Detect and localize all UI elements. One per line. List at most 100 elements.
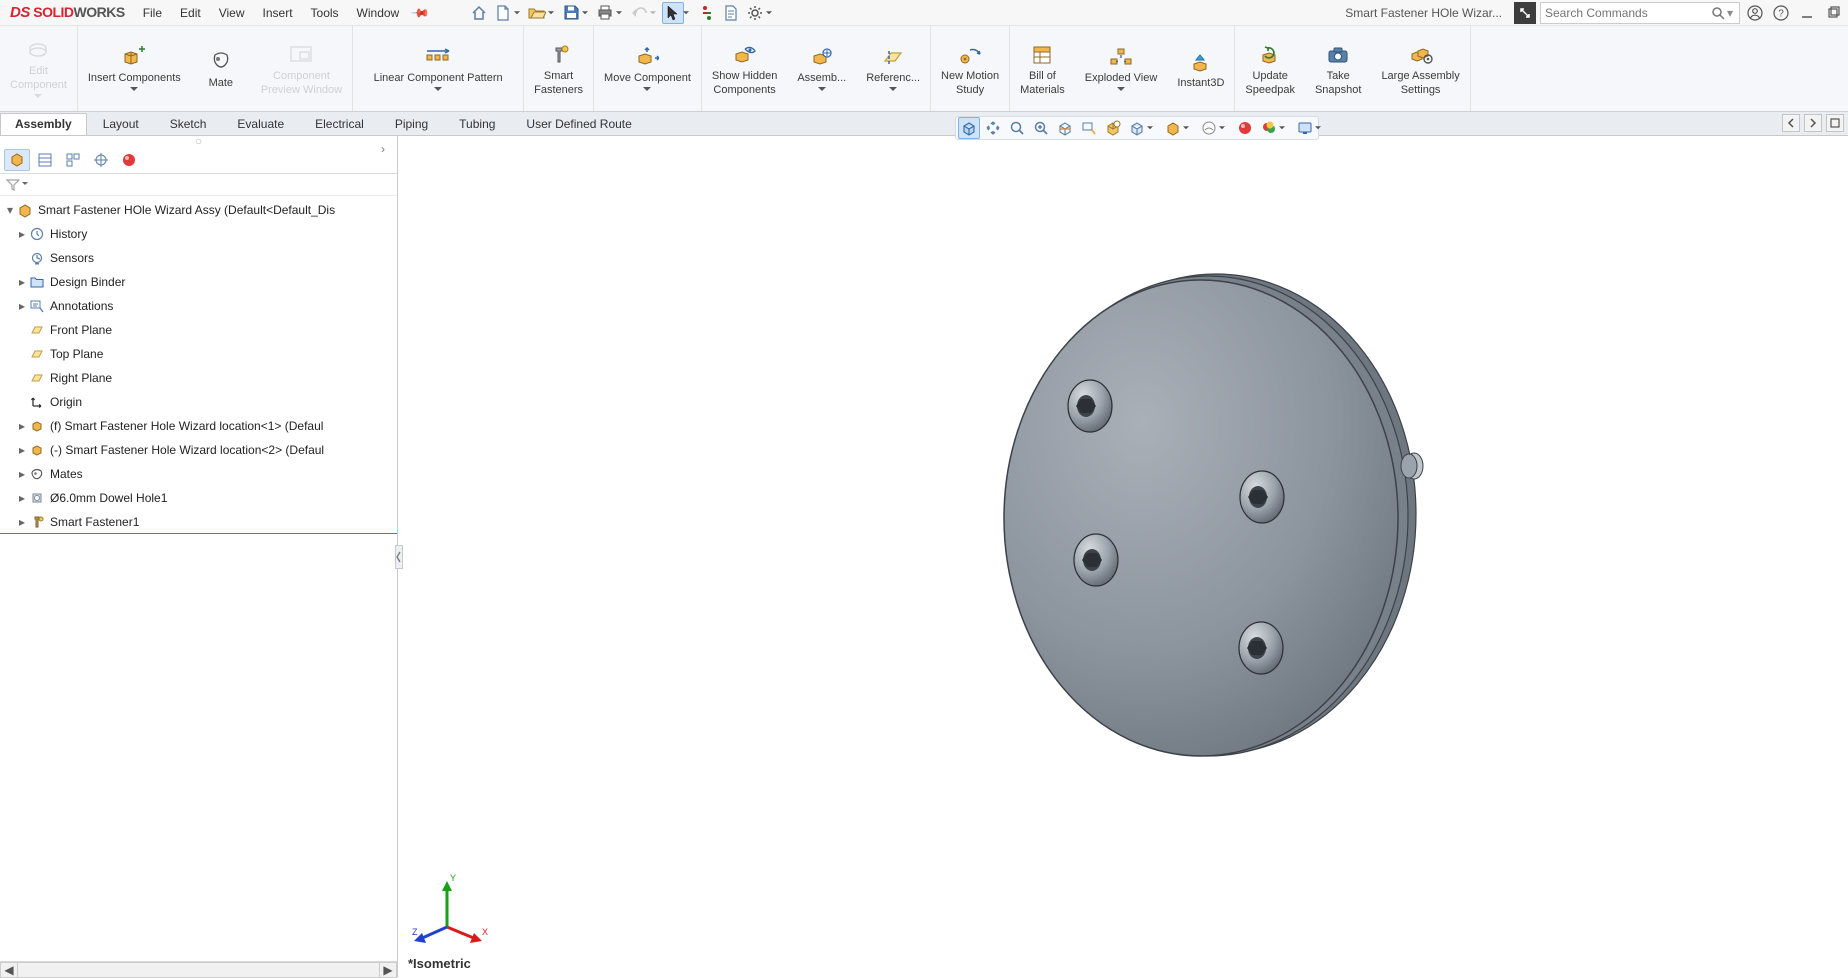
panel-tab-feature-tree[interactable] [4, 149, 30, 171]
new-document-icon[interactable] [492, 2, 514, 24]
save-icon[interactable] [560, 2, 582, 24]
menu-insert[interactable]: Insert [255, 4, 301, 22]
panel-collapse-icon[interactable]: › [375, 141, 391, 157]
tree-origin[interactable]: Origin [0, 390, 397, 414]
menu-window[interactable]: Window [349, 4, 408, 22]
large-assembly-settings-button[interactable]: Large Assembly Settings [1371, 26, 1469, 111]
window-minimize-icon[interactable] [1796, 2, 1818, 24]
section-view-icon[interactable] [1054, 117, 1076, 139]
tab-user-defined-route[interactable]: User Defined Route [511, 113, 646, 135]
tree-smart-fastener[interactable]: ▸ Smart Fastener1 [0, 510, 397, 534]
hide-show-items-icon[interactable] [1126, 117, 1148, 139]
mate-button[interactable]: Mate [191, 26, 251, 111]
exploded-view-button[interactable]: Exploded View [1075, 26, 1168, 111]
show-hidden-components-button[interactable]: Show Hidden Components [702, 26, 787, 111]
open-icon[interactable] [526, 2, 548, 24]
zoom-to-area-icon[interactable] [1006, 117, 1028, 139]
tree-mates[interactable]: ▸ Mates [0, 462, 397, 486]
expand-icon[interactable]: ▸ [16, 228, 28, 240]
tree-component-fixed[interactable]: ▸ (f) Smart Fastener Hole Wizard locatio… [0, 414, 397, 438]
new-motion-study-button[interactable]: New Motion Study [931, 26, 1009, 111]
apply-scene-icon[interactable] [1258, 117, 1280, 139]
tree-design-binder[interactable]: ▸ Design Binder [0, 270, 397, 294]
view-settings-icon[interactable] [1294, 117, 1316, 139]
smart-fasteners-button[interactable]: Smart Fasteners [524, 26, 593, 111]
tree-front-plane[interactable]: Front Plane [0, 318, 397, 342]
select-cursor-icon[interactable] [662, 2, 684, 24]
search-launch-icon[interactable] [1514, 2, 1536, 24]
tab-evaluate[interactable]: Evaluate [222, 113, 299, 135]
splitter-handle-icon[interactable] [395, 545, 403, 569]
scroll-left-icon[interactable]: ◀ [0, 962, 18, 978]
rebuild-icon[interactable] [696, 2, 718, 24]
insert-components-button[interactable]: Insert Components [78, 26, 191, 111]
update-speedpak-button[interactable]: Update Speedpak [1235, 26, 1305, 111]
tab-electrical[interactable]: Electrical [300, 113, 379, 135]
dynamic-annotation-icon[interactable] [1078, 117, 1100, 139]
zoom-to-fit-icon[interactable] [982, 117, 1004, 139]
tab-tubing[interactable]: Tubing [444, 113, 510, 135]
window-restore-icon[interactable] [1822, 2, 1844, 24]
tab-sketch[interactable]: Sketch [155, 113, 222, 135]
next-doc-button[interactable] [1804, 114, 1822, 132]
linear-component-pattern-button[interactable]: Linear Component Pattern [353, 26, 523, 111]
expand-icon[interactable]: ▸ [16, 468, 28, 480]
take-snapshot-button[interactable]: Take Snapshot [1305, 26, 1371, 111]
previous-view-icon[interactable] [1030, 117, 1052, 139]
feature-tree[interactable]: ▾ Smart Fastener HOle Wizard Assy (Defau… [0, 196, 397, 961]
panel-tab-property-manager[interactable] [32, 149, 58, 171]
expand-icon[interactable]: ▸ [16, 420, 28, 432]
tree-annotations[interactable]: ▸ Annotations [0, 294, 397, 318]
panel-tab-configuration-manager[interactable] [60, 149, 86, 171]
tree-component-float[interactable]: ▸ (-) Smart Fastener Hole Wizard locatio… [0, 438, 397, 462]
expand-icon[interactable]: ▸ [16, 300, 28, 312]
wireframe-shaded-icon[interactable] [1162, 117, 1184, 139]
expand-icon[interactable]: ▸ [16, 492, 28, 504]
tree-hole-series[interactable]: ▸ Ø6.0mm Dowel Hole1 [0, 486, 397, 510]
help-icon[interactable]: ? [1770, 2, 1792, 24]
tree-filter[interactable] [0, 174, 397, 196]
expand-icon[interactable]: ▸ [16, 276, 28, 288]
search-commands[interactable]: ▾ [1540, 2, 1740, 24]
tab-piping[interactable]: Piping [380, 113, 443, 135]
panel-tab-dimxpert[interactable] [88, 149, 114, 171]
graphics-viewport[interactable]: Y X Z *Isometric [404, 136, 1848, 977]
expand-icon[interactable]: ▸ [16, 444, 28, 456]
menu-tools[interactable]: Tools [303, 4, 347, 22]
tree-right-plane[interactable]: Right Plane [0, 366, 397, 390]
document-properties-icon[interactable] [720, 2, 742, 24]
maximize-view-button[interactable] [1826, 114, 1844, 132]
menu-file[interactable]: File [135, 4, 170, 22]
tree-history[interactable]: ▸ History [0, 222, 397, 246]
search-input[interactable] [1545, 6, 1711, 20]
edit-component-button[interactable]: Edit Component [0, 26, 77, 111]
tab-assembly[interactable]: Assembly [0, 113, 87, 135]
scroll-right-icon[interactable]: ▶ [379, 962, 397, 978]
reference-geometry-button[interactable]: Referenc... [856, 26, 930, 111]
display-style-icon[interactable] [1102, 117, 1124, 139]
component-preview-window-button[interactable]: Component Preview Window [251, 26, 352, 111]
pin-menu-icon[interactable]: 📌 [410, 2, 430, 22]
undo-icon[interactable] [628, 2, 650, 24]
assembly-features-button[interactable]: Assemb... [787, 26, 856, 111]
menu-view[interactable]: View [211, 4, 253, 22]
prev-doc-button[interactable] [1782, 114, 1800, 132]
panel-scrollbar[interactable]: ◀ ▶ [0, 961, 397, 977]
move-component-button[interactable]: Move Component [594, 26, 701, 111]
edit-appearance-icon[interactable] [1234, 117, 1256, 139]
expand-icon[interactable]: ▸ [16, 516, 28, 528]
options-gear-icon[interactable] [744, 2, 766, 24]
panel-tab-display-manager[interactable] [116, 149, 142, 171]
print-icon[interactable] [594, 2, 616, 24]
collapse-icon[interactable]: ▾ [4, 204, 16, 216]
tree-top-plane[interactable]: Top Plane [0, 342, 397, 366]
home-icon[interactable] [468, 2, 490, 24]
tab-layout[interactable]: Layout [88, 113, 154, 135]
tree-sensors[interactable]: Sensors [0, 246, 397, 270]
menu-edit[interactable]: Edit [172, 4, 209, 22]
user-icon[interactable] [1744, 2, 1766, 24]
instant3d-button[interactable]: Instant3D [1167, 26, 1234, 111]
scene-icon[interactable] [1198, 117, 1220, 139]
bill-of-materials-button[interactable]: Bill of Materials [1010, 26, 1075, 111]
view-orientation-icon[interactable] [958, 117, 980, 139]
